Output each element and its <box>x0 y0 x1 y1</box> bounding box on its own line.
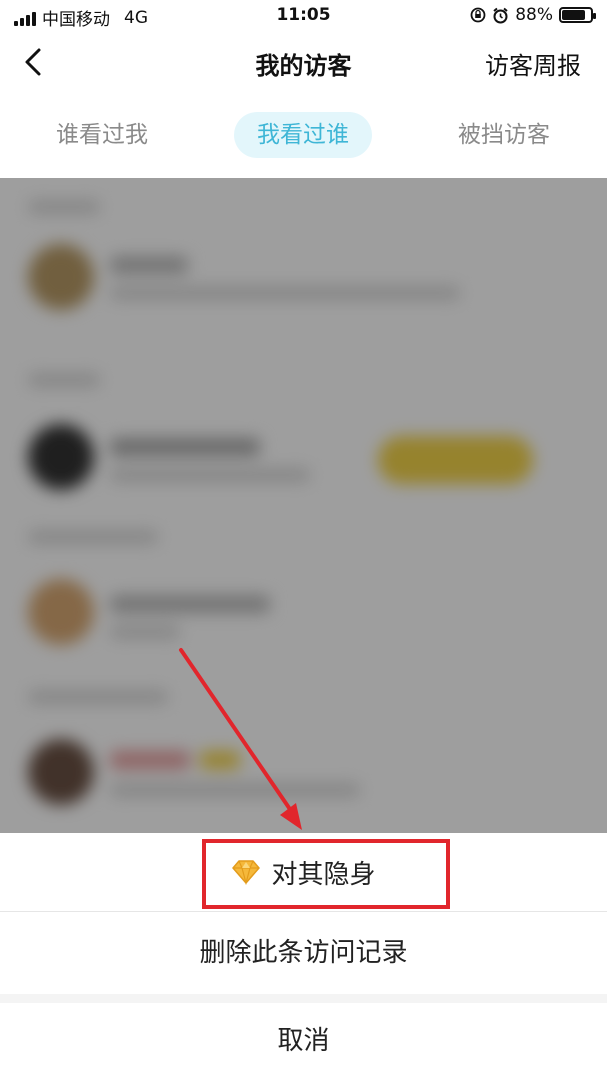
make-invisible-option[interactable]: 对其隐身 <box>0 833 607 911</box>
delete-record-option[interactable]: 删除此条访问记录 <box>0 912 607 994</box>
tab-who-i-visited[interactable]: 我看过谁 <box>234 112 372 158</box>
lock-rotation-icon <box>470 7 486 23</box>
weekly-report-link[interactable]: 访客周报 <box>485 46 581 81</box>
annotation-highlight-box <box>202 839 450 909</box>
status-bar: 中国移动 4G 11:05 88% <box>0 0 607 32</box>
tab-who-visited-me[interactable]: 谁看过我 <box>40 112 164 158</box>
battery-percent: 88% <box>515 5 553 25</box>
visitor-tabs: 谁看过我 我看过谁 被挡访客 <box>0 92 607 178</box>
alarm-icon <box>493 7 508 23</box>
delete-record-label: 删除此条访问记录 <box>199 938 408 968</box>
cancel-button[interactable]: 取消 <box>0 1003 607 1080</box>
action-sheet: 对其隐身 删除此条访问记录 取消 <box>0 833 607 1080</box>
battery-icon <box>559 7 596 23</box>
status-right: 88% <box>470 5 596 25</box>
nav-bar: 我的访客 访客周报 <box>0 32 607 92</box>
tab-blocked-visitors[interactable]: 被挡访客 <box>445 112 563 158</box>
cancel-label: 取消 <box>277 1026 330 1056</box>
